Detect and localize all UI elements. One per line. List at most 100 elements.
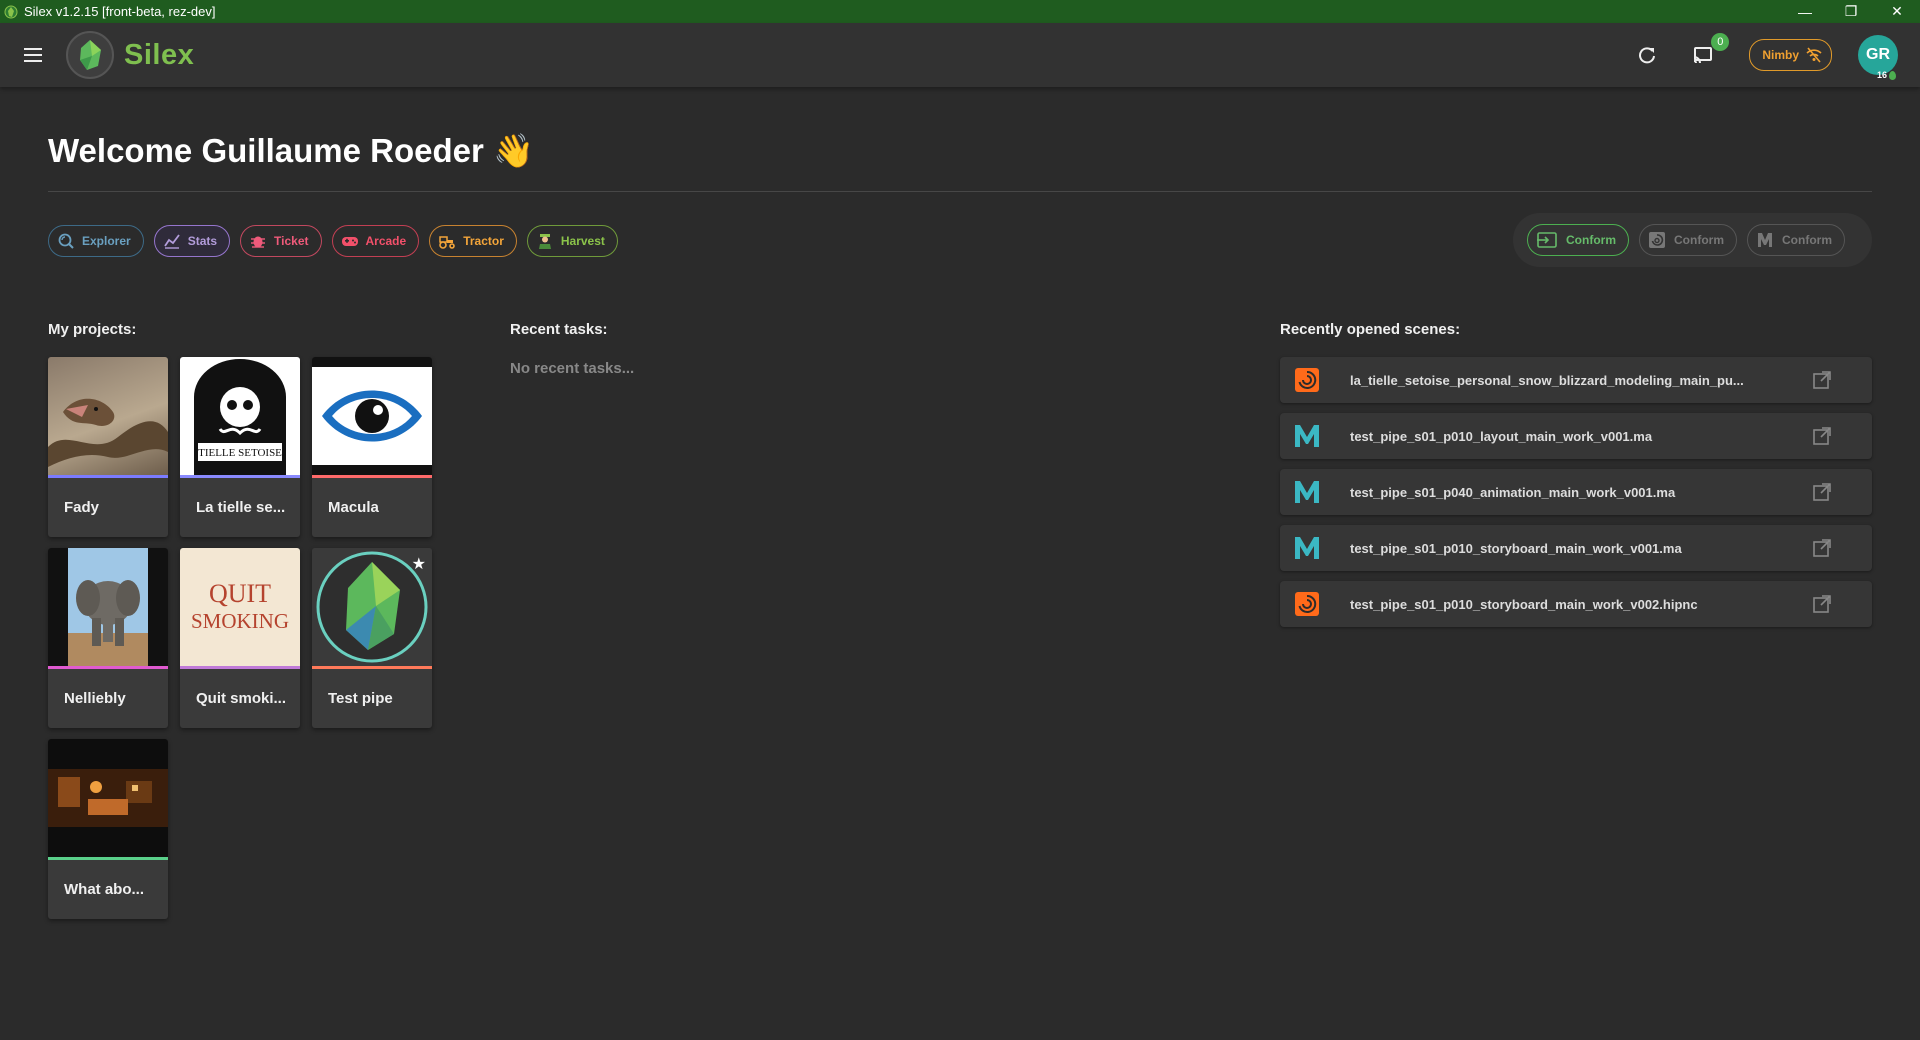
open-external-icon[interactable] xyxy=(1812,426,1832,446)
scene-row[interactable]: la_tielle_setoise_personal_snow_blizzard… xyxy=(1280,357,1872,403)
user-avatar[interactable]: GR 16 xyxy=(1858,35,1898,80)
divider xyxy=(48,191,1872,192)
scene-name: test_pipe_s01_p010_layout_main_work_v001… xyxy=(1350,428,1653,444)
project-name: Nelliebly xyxy=(64,690,126,707)
cast-icon[interactable]: 0 xyxy=(1685,33,1730,73)
project-accent-bar xyxy=(180,475,300,478)
open-external-icon[interactable] xyxy=(1812,370,1832,390)
scene-name: test_pipe_s01_p010_storyboard_main_work_… xyxy=(1350,540,1682,556)
explorer-button[interactable]: Explorer xyxy=(48,225,144,257)
avatar-level: 16 xyxy=(1877,70,1896,80)
ticket-label: Ticket xyxy=(274,234,309,248)
conform-group: Conform Conform Conform xyxy=(1513,213,1872,267)
scene-name: la_tielle_setoise_personal_snow_blizzard… xyxy=(1350,372,1744,388)
conform-houdini-label: Conform xyxy=(1674,233,1724,247)
project-card[interactable]: ★ Test pipe xyxy=(312,548,432,728)
ticket-button[interactable]: Ticket xyxy=(240,225,322,257)
project-card[interactable]: What abo... xyxy=(48,739,168,919)
stats-button[interactable]: Stats xyxy=(153,225,231,257)
wifi-off-icon xyxy=(1806,47,1822,63)
project-accent-bar xyxy=(48,666,168,669)
project-thumbnail-elephant xyxy=(48,548,168,666)
app-bar: Silex 0 Nimby GR 16 xyxy=(0,23,1920,87)
stats-label: Stats xyxy=(187,234,218,248)
quit-text-line2: SMOKING xyxy=(191,609,289,633)
maya-icon xyxy=(1294,535,1320,561)
conform-button[interactable]: Conform xyxy=(1527,224,1629,256)
maya-icon xyxy=(1294,479,1320,505)
tractor-icon xyxy=(439,236,455,249)
farmer-icon xyxy=(538,234,551,249)
project-name: La tielle se... xyxy=(196,499,286,516)
brand-name: Silex xyxy=(124,38,195,71)
arcade-label: Arcade xyxy=(365,234,407,248)
project-card[interactable]: Macula xyxy=(312,357,432,537)
project-card[interactable]: QUIT SMOKING Quit smoki... xyxy=(180,548,300,728)
project-name: Quit smoki... xyxy=(196,690,287,707)
explorer-icon xyxy=(58,233,74,249)
harvest-button[interactable]: Harvest xyxy=(526,225,618,257)
stats-icon xyxy=(163,234,180,249)
no-recent-tasks-text: No recent tasks... xyxy=(510,360,635,377)
project-name: What abo... xyxy=(64,881,144,898)
star-icon[interactable]: ★ xyxy=(412,554,426,574)
window-titlebar: Silex v1.2.15 [front-beta, rez-dev] — ❐ … xyxy=(0,0,1920,23)
explorer-label: Explorer xyxy=(82,234,131,248)
project-card[interactable]: Nelliebly xyxy=(48,548,168,728)
scenes-heading: Recently opened scenes: xyxy=(1280,321,1461,338)
conform-maya-button[interactable]: Conform xyxy=(1747,224,1845,256)
houdini-icon xyxy=(1294,367,1320,393)
conform-houdini-button[interactable]: Conform xyxy=(1639,224,1737,256)
project-name: Macula xyxy=(328,499,379,516)
project-thumbnail-tielle: TIELLE SETOISE xyxy=(180,357,300,475)
project-name: Test pipe xyxy=(328,690,393,707)
nimby-toggle[interactable]: Nimby xyxy=(1749,39,1832,71)
conform-maya-label: Conform xyxy=(1782,233,1832,247)
project-accent-bar xyxy=(48,857,168,860)
tasks-heading: Recent tasks: xyxy=(510,321,608,338)
window-title: Silex v1.2.15 [front-beta, rez-dev] xyxy=(24,4,216,19)
project-thumbnail-quit-smoking: QUIT SMOKING xyxy=(180,548,300,666)
app-launcher-chips: Explorer Stats Ticket Arcade Tractor Har… xyxy=(48,225,618,257)
houdini-icon xyxy=(1294,591,1320,617)
scene-row[interactable]: test_pipe_s01_p010_layout_main_work_v001… xyxy=(1280,413,1872,459)
quit-text-line1: QUIT xyxy=(209,579,271,608)
open-external-icon[interactable] xyxy=(1812,594,1832,614)
conform-label: Conform xyxy=(1566,233,1616,247)
project-accent-bar xyxy=(312,475,432,478)
refresh-icon[interactable] xyxy=(1629,37,1665,73)
menu-icon[interactable] xyxy=(18,40,48,70)
avatar-initials: GR xyxy=(1866,46,1890,63)
scene-row[interactable]: test_pipe_s01_p040_animation_main_work_v… xyxy=(1280,469,1872,515)
gamepad-icon xyxy=(341,237,358,246)
bug-icon xyxy=(251,236,266,248)
tractor-button[interactable]: Tractor xyxy=(429,225,517,257)
houdini-icon xyxy=(1649,232,1665,248)
project-accent-bar xyxy=(48,475,168,478)
minimize-button[interactable]: — xyxy=(1782,0,1828,23)
restore-button[interactable]: ❐ xyxy=(1828,0,1874,23)
project-thumbnail-room xyxy=(48,739,168,857)
open-external-icon[interactable] xyxy=(1812,482,1832,502)
welcome-title: Welcome Guillaume Roeder 👋 xyxy=(48,132,535,169)
project-thumbnail-eye xyxy=(312,357,432,475)
project-card[interactable]: TIELLE SETOISE La tielle se... xyxy=(180,357,300,537)
notification-badge: 0 xyxy=(1711,33,1730,51)
open-external-icon[interactable] xyxy=(1812,538,1832,558)
maya-icon xyxy=(1294,423,1320,449)
maya-icon xyxy=(1758,233,1772,247)
conform-icon xyxy=(1537,232,1557,248)
arcade-button[interactable]: Arcade xyxy=(331,225,420,257)
project-card[interactable]: Fady xyxy=(48,357,168,537)
scene-name: test_pipe_s01_p040_animation_main_work_v… xyxy=(1350,484,1676,500)
project-name: Fady xyxy=(64,499,100,516)
silex-logo xyxy=(66,31,114,79)
scene-row[interactable]: test_pipe_s01_p010_storyboard_main_work_… xyxy=(1280,581,1872,627)
project-accent-bar xyxy=(180,666,300,669)
harvest-label: Harvest xyxy=(560,234,605,248)
tractor-label: Tractor xyxy=(463,234,504,248)
close-button[interactable]: ✕ xyxy=(1874,0,1920,23)
project-accent-bar xyxy=(312,666,432,669)
tielle-logo-text: TIELLE SETOISE xyxy=(198,447,282,459)
scene-row[interactable]: test_pipe_s01_p010_storyboard_main_work_… xyxy=(1280,525,1872,571)
